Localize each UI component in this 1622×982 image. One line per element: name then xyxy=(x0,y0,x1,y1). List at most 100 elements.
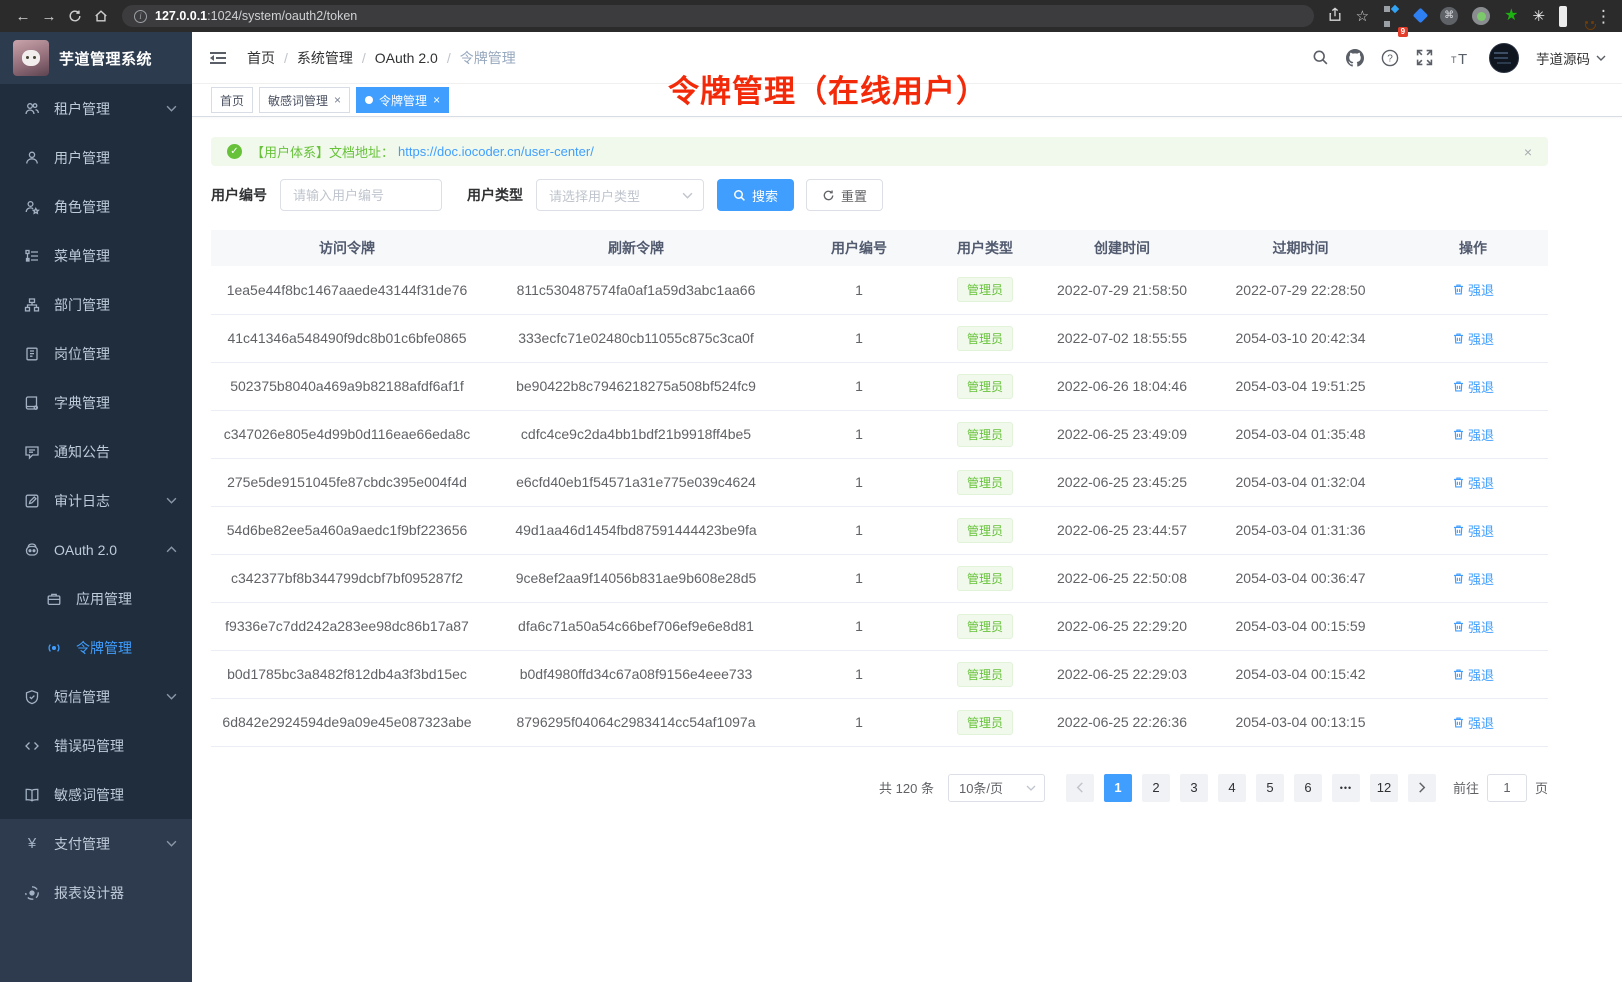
action-cell: 强退 xyxy=(1398,266,1548,314)
logo-area[interactable]: 芋道管理系统 xyxy=(0,32,192,84)
address-bar[interactable]: i 127.0.0.1:1024/system/oauth2/token xyxy=(122,5,1314,27)
sidebar-item-token[interactable]: 令牌管理 xyxy=(0,623,192,672)
user-type-badge: 管理员 xyxy=(957,374,1013,399)
user-menu[interactable]: 芋道源码 xyxy=(1536,48,1606,68)
tab-label: 令牌管理 xyxy=(379,92,427,109)
sidebar-item-report[interactable]: 报表设计器 xyxy=(0,868,192,917)
tab-敏感词管理[interactable]: 敏感词管理× xyxy=(259,87,350,113)
user-avatar[interactable] xyxy=(1489,43,1519,73)
sidebar-menu: 租户管理用户管理角色管理菜单管理部门管理岗位管理字典管理通知公告审计日志OAut… xyxy=(0,84,192,982)
breadcrumb-separator: / xyxy=(447,50,451,66)
goto-page-input[interactable] xyxy=(1487,774,1527,802)
font-size-icon[interactable]: TT xyxy=(1450,49,1472,67)
sidebar-item-notice[interactable]: 通知公告 xyxy=(0,427,192,476)
help-icon[interactable]: ? xyxy=(1381,49,1399,67)
sidebar-item-errcode[interactable]: 错误码管理 xyxy=(0,721,192,770)
alert-close-icon[interactable]: × xyxy=(1524,144,1532,160)
user-type-badge: 管理员 xyxy=(957,422,1013,447)
dept-icon xyxy=(23,297,41,313)
sidebar-item-audit[interactable]: 审计日志 xyxy=(0,476,192,525)
app-title: 芋道管理系统 xyxy=(59,48,152,69)
sidebar-item-label: 字典管理 xyxy=(54,393,110,413)
page-button-5[interactable]: 5 xyxy=(1256,774,1284,802)
sidebar-item-role[interactable]: 角色管理 xyxy=(0,182,192,231)
breadcrumb-item[interactable]: OAuth 2.0 xyxy=(375,50,438,66)
sidebar-item-dept[interactable]: 部门管理 xyxy=(0,280,192,329)
page-button-4[interactable]: 4 xyxy=(1218,774,1246,802)
breadcrumb-item[interactable]: 首页 xyxy=(247,48,275,68)
sidebar-item-menu-tree[interactable]: 菜单管理 xyxy=(0,231,192,280)
reset-button[interactable]: 重置 xyxy=(806,179,883,211)
sidebar-item-tenant[interactable]: 租户管理 xyxy=(0,84,192,133)
expire-time-cell: 2022-07-29 22:28:50 xyxy=(1203,266,1398,314)
next-page-button[interactable] xyxy=(1408,774,1436,802)
role-icon xyxy=(23,199,41,215)
tab-首页[interactable]: 首页 xyxy=(211,87,253,113)
extension-blocks-icon[interactable]: 9 xyxy=(1383,1,1401,31)
share-icon[interactable] xyxy=(1328,7,1342,25)
sidebar-item-app[interactable]: 应用管理 xyxy=(0,574,192,623)
page-button-3[interactable]: 3 xyxy=(1180,774,1208,802)
fullscreen-icon[interactable] xyxy=(1416,49,1433,66)
page-button-12[interactable]: 12 xyxy=(1370,774,1398,802)
user-id-cell: 1 xyxy=(789,506,929,554)
expire-time-cell: 2054-03-04 19:51:25 xyxy=(1203,362,1398,410)
force-logout-link[interactable]: 强退 xyxy=(1452,425,1494,444)
home-icon[interactable] xyxy=(88,8,114,25)
force-logout-link[interactable]: 强退 xyxy=(1452,665,1494,684)
force-logout-link[interactable]: 强退 xyxy=(1452,569,1494,588)
created-time-cell: 2022-07-02 18:55:55 xyxy=(1041,314,1203,362)
github-icon[interactable] xyxy=(1346,49,1364,67)
table-row: b0d1785bc3a8482f812db4a3f3bd15ec b0df498… xyxy=(211,650,1548,698)
sidebar-item-sms[interactable]: 短信管理 xyxy=(0,672,192,721)
page-button-1[interactable]: 1 xyxy=(1104,774,1132,802)
site-info-icon[interactable]: i xyxy=(134,10,147,23)
back-icon[interactable]: ← xyxy=(10,8,36,25)
created-time-cell: 2022-06-25 22:50:08 xyxy=(1041,554,1203,602)
sidebar-item-sensitive[interactable]: 敏感词管理 xyxy=(0,770,192,819)
close-icon[interactable]: × xyxy=(433,93,440,107)
force-logout-link[interactable]: 强退 xyxy=(1452,329,1494,348)
force-logout-link[interactable]: 强退 xyxy=(1452,617,1494,636)
side-panel-icon[interactable] xyxy=(1559,9,1567,24)
sidebar-item-user[interactable]: 用户管理 xyxy=(0,133,192,182)
page-ellipsis[interactable]: ••• xyxy=(1332,774,1360,802)
force-logout-link[interactable]: 强退 xyxy=(1452,280,1494,299)
close-icon[interactable]: × xyxy=(334,93,341,107)
action-cell: 强退 xyxy=(1398,506,1548,554)
chevron-down-icon xyxy=(166,105,177,112)
collapse-sidebar-icon[interactable] xyxy=(208,47,230,69)
page-button-2[interactable]: 2 xyxy=(1142,774,1170,802)
sidebar-item-pay[interactable]: ¥支付管理 xyxy=(0,819,192,868)
sidebar-item-post[interactable]: 岗位管理 xyxy=(0,329,192,378)
green-star-extension-icon[interactable]: ★ xyxy=(1504,8,1518,24)
force-logout-link[interactable]: 强退 xyxy=(1452,713,1494,732)
user-type-label: 用户类型 xyxy=(467,185,523,205)
forward-icon[interactable]: → xyxy=(36,8,62,25)
recorder-extension-icon[interactable] xyxy=(1472,7,1490,25)
breadcrumb-item[interactable]: 系统管理 xyxy=(297,48,353,68)
browser-menu-icon[interactable]: ⋮ xyxy=(1595,8,1612,25)
force-logout-link[interactable]: 强退 xyxy=(1452,473,1494,492)
refresh-icon[interactable] xyxy=(62,8,88,25)
search-icon[interactable] xyxy=(1312,49,1329,66)
action-cell: 强退 xyxy=(1398,602,1548,650)
prev-page-button[interactable] xyxy=(1066,774,1094,802)
force-logout-link[interactable]: 强退 xyxy=(1452,377,1494,396)
page-button-6[interactable]: 6 xyxy=(1294,774,1322,802)
user-id-input[interactable] xyxy=(280,179,442,211)
bookmark-star-icon[interactable]: ☆ xyxy=(1356,9,1369,24)
doc-link[interactable]: https://doc.iocoder.cn/user-center/ xyxy=(398,144,594,159)
force-logout-link[interactable]: 强退 xyxy=(1452,521,1494,540)
gem-extension-icon[interactable] xyxy=(1415,9,1426,24)
search-button[interactable]: 搜索 xyxy=(717,179,794,211)
pinwheel-extension-icon[interactable]: ✳ xyxy=(1532,9,1545,24)
tab-令牌管理[interactable]: 令牌管理 × xyxy=(356,87,449,113)
sidebar-item-oauth[interactable]: OAuth 2.0 xyxy=(0,525,192,574)
user-type-select[interactable]: 请选择用户类型 xyxy=(536,179,704,211)
sidebar-item-dict[interactable]: 字典管理 xyxy=(0,378,192,427)
username: 芋道源码 xyxy=(1536,48,1590,68)
page-size-select[interactable]: 10条/页 xyxy=(948,774,1045,802)
user-type-badge: 管理员 xyxy=(957,518,1013,543)
command-extension-icon[interactable]: ⌘ xyxy=(1440,7,1458,25)
